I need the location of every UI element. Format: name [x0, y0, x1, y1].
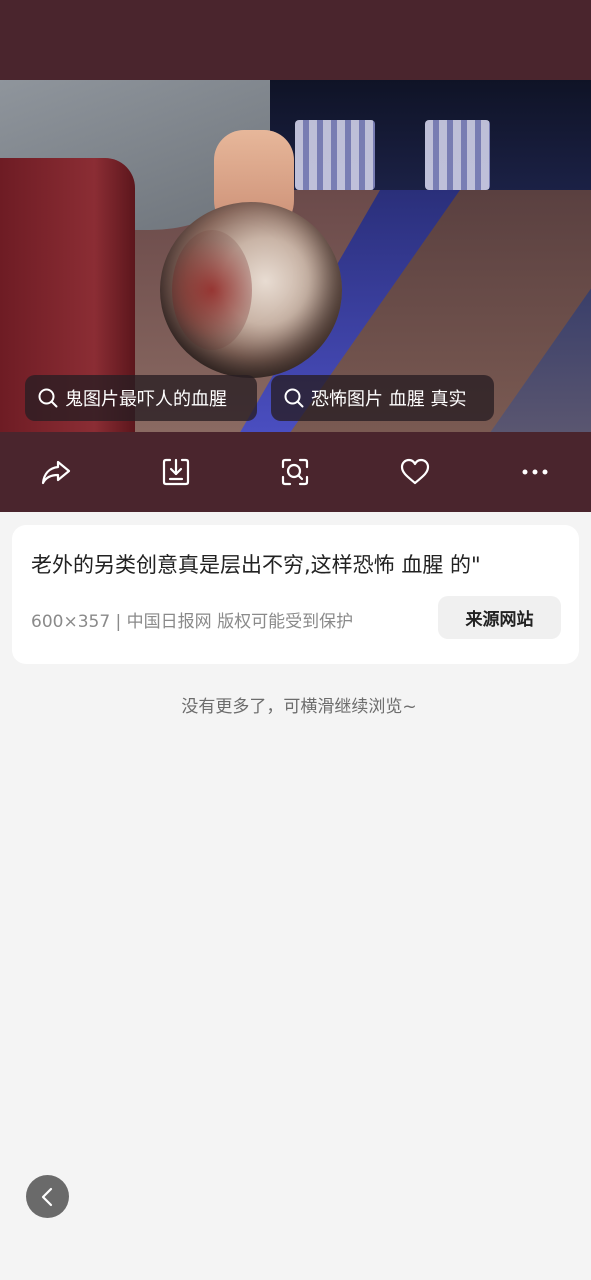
- share-icon: [41, 460, 71, 485]
- related-search-chip[interactable]: 鬼图片最吓人的血腥: [25, 375, 257, 421]
- heart-icon: [400, 458, 430, 485]
- share-button[interactable]: [38, 454, 74, 490]
- more-button[interactable]: [517, 454, 553, 490]
- download-icon: [162, 458, 190, 486]
- search-icon: [283, 387, 305, 409]
- download-button[interactable]: [158, 454, 194, 490]
- favorite-button[interactable]: [397, 454, 433, 490]
- visual-search-button[interactable]: [277, 454, 313, 490]
- image-viewer: 鬼图片最吓人的血腥 恐怖图片 血腥 真实: [0, 0, 591, 512]
- back-button[interactable]: [26, 1175, 69, 1218]
- source-website-button[interactable]: 来源网站: [438, 596, 561, 639]
- search-icon: [37, 387, 59, 409]
- related-search-label: 鬼图片最吓人的血腥: [65, 389, 227, 410]
- image-meta: 600×357 | 中国日报网 版权可能受到保护: [31, 612, 354, 632]
- action-bar: [0, 432, 591, 512]
- related-search-label: 恐怖图片 血腥 真实: [311, 389, 467, 410]
- end-of-list-note: 没有更多了，可横滑继续浏览~: [181, 697, 417, 717]
- related-search-chip[interactable]: 恐怖图片 血腥 真实: [271, 375, 494, 421]
- scan-icon: [281, 458, 309, 486]
- image-title[interactable]: 老外的另类创意真是层出不穷,这样恐怖 血腥 的": [31, 549, 481, 579]
- more-icon: [522, 469, 548, 475]
- chevron-left-icon: [41, 1187, 52, 1206]
- image-info-card: 老外的另类创意真是层出不穷,这样恐怖 血腥 的" 600×357 | 中国日报网…: [12, 525, 579, 664]
